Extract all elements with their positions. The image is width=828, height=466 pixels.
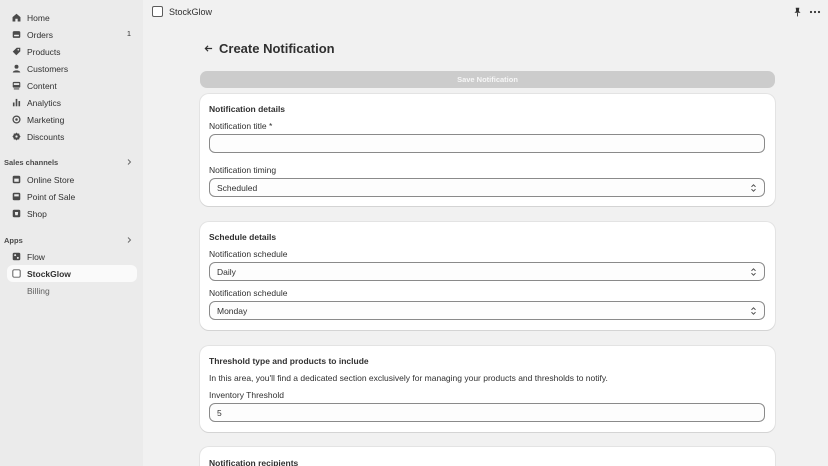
app-topbar: StockGlow <box>143 0 828 25</box>
sidebar-item-analytics[interactable]: Analytics <box>7 94 137 111</box>
page-title: Create Notification <box>219 41 335 56</box>
main-content: Create Notification Save Notification No… <box>143 25 828 466</box>
app-title: StockGlow <box>169 7 213 17</box>
app-logo-icon <box>152 6 163 17</box>
sidebar-item-label: Shop <box>27 208 47 219</box>
sidebar-item-label: Home <box>27 12 50 23</box>
app-icon <box>12 269 21 278</box>
home-icon <box>12 13 21 22</box>
input-value: 5 <box>217 408 222 418</box>
sidebar-item-discounts[interactable]: Discounts <box>7 128 137 145</box>
sidebar-item-content[interactable]: Content <box>7 77 137 94</box>
sidebar-item-label: Marketing <box>27 114 65 125</box>
tag-icon <box>12 47 21 56</box>
notification-timing-label: Notification timing <box>209 165 277 175</box>
notification-schedule-label: Notification schedule <box>209 288 288 298</box>
chevron-right-icon <box>127 237 132 243</box>
select-value: Scheduled <box>217 183 258 193</box>
sidebar-item-label: Analytics <box>27 97 62 108</box>
select-value: Daily <box>217 267 236 277</box>
sidebar-item-label: Flow <box>27 251 45 262</box>
sidebar-item-marketing[interactable]: Marketing <box>7 111 137 128</box>
select-arrows-icon <box>751 268 756 276</box>
orders-icon <box>12 30 21 39</box>
notification-title-label: Notification title * <box>209 121 273 131</box>
card-title: Notification details <box>209 104 286 114</box>
threshold-description: In this area, you'll find a dedicated se… <box>209 373 608 383</box>
sidebar-item-online-store[interactable]: Online Store <box>7 171 137 188</box>
pin-icon[interactable] <box>793 7 802 17</box>
notification-schedule-label: Notification schedule <box>209 249 288 259</box>
back-arrow-icon[interactable] <box>204 44 213 53</box>
sidebar: Home Orders 1 Products Customers Content… <box>0 0 143 466</box>
bar-chart-icon <box>12 98 21 107</box>
select-arrows-icon <box>751 184 756 192</box>
target-icon <box>12 115 21 124</box>
sidebar-item-label: Discounts <box>27 131 65 142</box>
inventory-threshold-label: Inventory Threshold <box>209 390 284 400</box>
notification-recipients-card: Notification recipients <box>200 447 775 466</box>
sidebar-item-flow[interactable]: Flow <box>7 248 137 265</box>
sidebar-item-label: Billing <box>27 285 50 296</box>
sidebar-item-stockglow[interactable]: StockGlow <box>7 265 137 282</box>
sidebar-item-label: Customers <box>27 63 69 74</box>
notification-timing-select[interactable]: Scheduled <box>209 178 765 197</box>
store-icon <box>12 175 21 184</box>
sidebar-item-shop[interactable]: Shop <box>7 205 137 222</box>
sidebar-item-home[interactable]: Home <box>7 9 137 26</box>
orders-count-badge: 1 <box>126 29 131 38</box>
threshold-card: Threshold type and products to include I… <box>200 346 775 432</box>
shop-icon <box>12 209 21 218</box>
card-title: Threshold type and products to include <box>209 356 369 366</box>
section-label: Sales channels <box>4 157 59 167</box>
card-title: Schedule details <box>209 232 277 242</box>
select-arrows-icon <box>751 307 756 315</box>
inventory-threshold-input[interactable]: 5 <box>209 403 765 422</box>
sidebar-item-label: Point of Sale <box>27 191 76 202</box>
card-title: Notification recipients <box>209 458 299 466</box>
sidebar-item-label: Products <box>27 46 61 57</box>
sidebar-item-label: Online Store <box>27 174 75 185</box>
sidebar-item-label: Orders <box>27 29 53 40</box>
more-actions-icon[interactable] <box>809 7 821 17</box>
chevron-right-icon <box>127 159 132 165</box>
sidebar-item-label: Content <box>27 80 57 91</box>
section-label: Apps <box>4 235 23 245</box>
pos-icon <box>12 192 21 201</box>
save-button-label: Save Notification <box>457 75 518 84</box>
discount-icon <box>12 132 21 141</box>
sidebar-item-customers[interactable]: Customers <box>7 60 137 77</box>
sidebar-item-billing[interactable]: Billing <box>7 282 137 299</box>
sidebar-item-products[interactable]: Products <box>7 43 137 60</box>
sidebar-item-label: StockGlow <box>27 268 71 279</box>
flow-icon <box>12 252 21 261</box>
notification-details-card: Notification details Notification title … <box>200 94 775 206</box>
apps-header[interactable]: Apps <box>0 233 137 247</box>
sales-channels-header[interactable]: Sales channels <box>0 155 137 169</box>
notification-schedule-day-select[interactable]: Monday <box>209 301 765 320</box>
content-icon <box>12 81 21 90</box>
sidebar-item-orders[interactable]: Orders 1 <box>7 26 137 43</box>
sidebar-item-point-of-sale[interactable]: Point of Sale <box>7 188 137 205</box>
save-notification-button[interactable]: Save Notification <box>200 71 775 88</box>
schedule-details-card: Schedule details Notification schedule D… <box>200 222 775 330</box>
notification-schedule-frequency-select[interactable]: Daily <box>209 262 765 281</box>
select-value: Monday <box>217 306 248 316</box>
person-icon <box>12 64 21 73</box>
notification-title-input[interactable] <box>209 134 765 153</box>
